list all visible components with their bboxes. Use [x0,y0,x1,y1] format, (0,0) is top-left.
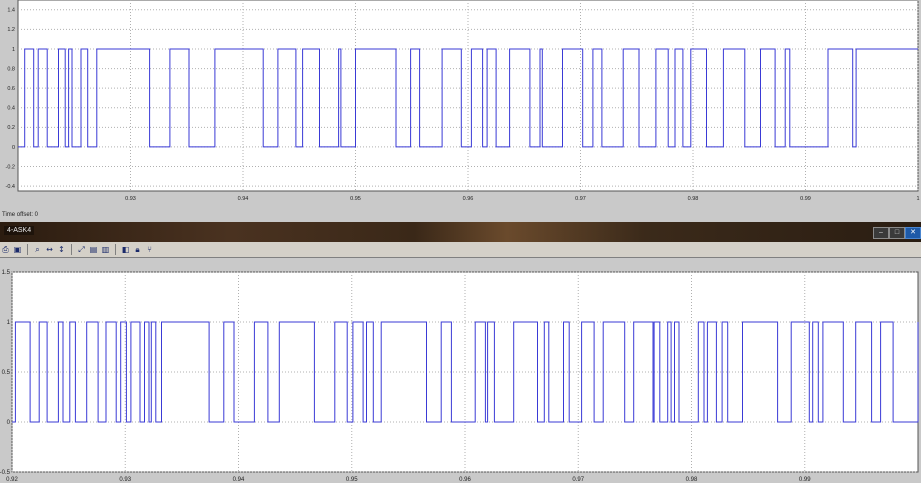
save-axes-icon[interactable]: ▤ [89,245,98,254]
y-tick-label: -0.2 [6,164,15,170]
window-title: 4-ASK4 [4,226,35,235]
signal-selection-icon[interactable]: ⑂ [145,245,154,254]
zoom-icon[interactable]: ⌕ [33,245,42,254]
x-tick-label: 0.97 [575,196,586,202]
y-tick-label: -0.5 [0,470,11,476]
bottom-scope-plot[interactable]: 0.92 0.93 0.94 0.95 0.96 0.97 0.98 0.99 -0.5 0 0.5… [0,258,921,483]
top-scope-panel: 0.93 0.94 0.95 0.96 0.97 0.98 0.99 1 -0.4 -0.2 0 0.… [0,0,921,222]
x-tick-label: 0.93 [119,477,131,483]
x-tick-label: 0.99 [799,477,811,483]
y-tick-label: 0 [12,145,15,151]
zoom-x-icon[interactable]: ↔ [45,245,54,254]
x-tick-label: 0.97 [572,477,584,483]
restore-axes-icon[interactable]: ▥ [101,245,110,254]
scope-toolbar: ⎙ ▣ ⌕ ↔ ↕ ⤢ ▤ ▥ ◧ 🔒︎ ⑂ [0,242,921,258]
y-tick-label: -0.4 [6,184,15,190]
x-tick-label: 0.93 [125,196,136,202]
x-tick-label: 0.98 [686,477,698,483]
x-tick-label: 0.99 [800,196,811,202]
x-tick-label: 1 [916,196,919,202]
y-tick-label: 0 [7,420,11,426]
toolbar-divider [71,244,72,255]
y-tick-label: 1 [7,320,11,326]
scope-window-titlebar[interactable]: 4-ASK4 – □ ✕ [0,222,921,243]
x-tick-label: 0.96 [463,196,474,202]
maximize-button[interactable]: □ [889,227,905,239]
x-tick-label: 0.94 [238,196,249,202]
toolbar-divider [27,244,28,255]
x-tick-label: 0.98 [688,196,699,202]
y-tick-label: 0.8 [7,66,15,72]
print-icon[interactable]: ⎙ [1,245,10,254]
y-tick-label: 0.5 [2,370,11,376]
lock-icon[interactable]: 🔒︎ [133,245,142,254]
y-tick-label: 0.6 [7,86,15,92]
y-tick-label: 0.4 [7,106,15,112]
close-button[interactable]: ✕ [905,227,921,239]
y-tick-label: 1 [12,47,15,53]
autoscale-icon[interactable]: ⤢ [77,245,86,254]
top-scope-plot[interactable]: 0.93 0.94 0.95 0.96 0.97 0.98 0.99 1 -0.4 -0.2 0 0.… [0,0,921,209]
bottom-scope-panel: 0.92 0.93 0.94 0.95 0.96 0.97 0.98 0.99 -0.5 0 0.5… [0,258,921,483]
x-tick-label: 0.94 [233,477,245,483]
x-tick-label: 0.95 [350,196,361,202]
parameters-icon[interactable]: ▣ [13,245,22,254]
toolbar-divider [115,244,116,255]
floating-scope-icon[interactable]: ◧ [121,245,130,254]
x-tick-label: 0.95 [346,477,358,483]
time-offset-label: Time offset: 0 [2,212,39,218]
zoom-y-icon[interactable]: ↕ [57,245,66,254]
y-tick-label: 1.5 [2,270,11,276]
y-tick-label: 1.2 [7,27,15,33]
y-tick-label: 0.2 [7,125,15,131]
minimize-button[interactable]: – [873,227,889,239]
x-tick-label: 0.96 [459,477,471,483]
x-tick-label: 0.92 [6,477,18,483]
y-tick-label: 1.4 [7,8,15,14]
